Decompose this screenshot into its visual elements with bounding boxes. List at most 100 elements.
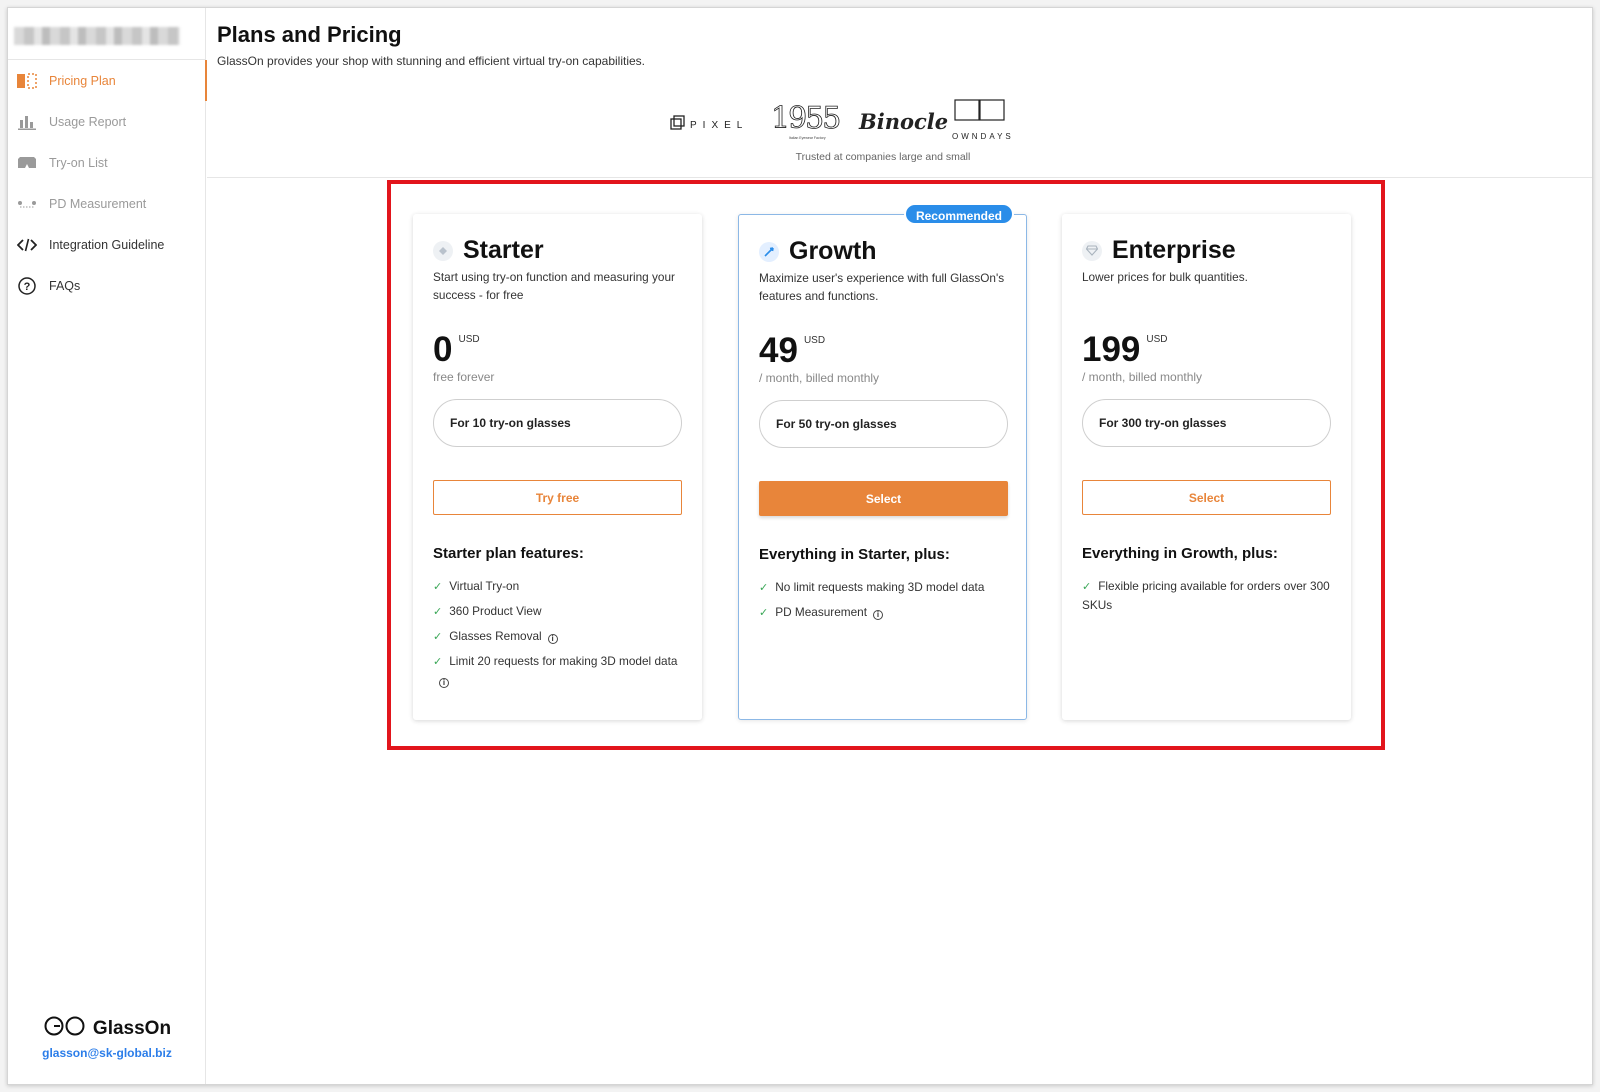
plan-description: Lower prices for bulk quantities. — [1082, 270, 1248, 284]
plan-name: Enterprise — [1112, 236, 1236, 264]
question-circle-icon: ? — [17, 276, 37, 296]
feature-label: 360 Product View — [449, 604, 542, 618]
list-item: ✓ 360 Product View — [433, 602, 685, 621]
sidebar-item-label: Try-on List — [49, 155, 108, 170]
glasses-quota: For 50 try-on glasses — [759, 400, 1008, 448]
owndays-logo-text: OWNDAYS — [952, 132, 1014, 141]
features-title: Starter plan features: — [433, 545, 584, 562]
glasses-quota: For 10 try-on glasses — [433, 399, 682, 447]
recommended-badge: Recommended — [903, 203, 1014, 225]
1955-logo: 1955 Italian Eyewear Factory — [771, 101, 842, 140]
sidebar-item-label: FAQs — [49, 278, 81, 293]
price-amount: 0 — [433, 330, 453, 369]
code-icon — [17, 235, 37, 255]
plan-card-enterprise: Enterprise Lower prices for bulk quantit… — [1062, 214, 1351, 720]
sidebar: Pricing Plan Usage Report Try-on List PD… — [8, 8, 207, 1084]
plan-price: 199 USD — [1082, 332, 1168, 367]
plan-card-starter: Starter Start using try-on function and … — [413, 214, 702, 720]
sidebar-item-label: Pricing Plan — [49, 73, 116, 88]
select-enterprise-button[interactable]: Select — [1082, 480, 1331, 515]
main-content: Plans and Pricing GlassOn provides your … — [207, 8, 1592, 1084]
check-icon: ✓ — [433, 631, 443, 643]
sidebar-item-pd-measurement[interactable]: PD Measurement — [8, 183, 206, 224]
price-note: / month, billed monthly — [1082, 370, 1203, 384]
sidebar-nav: Pricing Plan Usage Report Try-on List PD… — [8, 60, 207, 306]
check-icon: ✓ — [433, 581, 443, 593]
1955-logo-caption: Italian Eyewear Factory — [789, 136, 826, 140]
plan-card-growth: Recommended Growth Maximize user's exper… — [738, 203, 1027, 720]
info-icon[interactable]: i — [873, 610, 884, 620]
rocket-icon — [759, 241, 779, 262]
header-divider — [207, 177, 1592, 178]
sidebar-item-integration-guideline[interactable]: Integration Guideline — [8, 224, 206, 265]
brand-row: GlassOn — [8, 1016, 206, 1042]
check-icon: ✓ — [1082, 581, 1092, 593]
info-icon[interactable]: i — [439, 678, 449, 688]
feature-label: Virtual Try-on — [449, 579, 520, 593]
page-subtitle: GlassOn provides your shop with stunning… — [217, 54, 645, 68]
list-item: ✓ Glasses Removal i — [433, 627, 685, 646]
plan-header: Enterprise — [1082, 236, 1236, 265]
sidebar-item-label: Integration Guideline — [49, 237, 165, 252]
plan-price: 0 USD — [433, 332, 480, 367]
glasses-icon — [17, 153, 37, 173]
1955-logo-text: 1955 — [771, 101, 839, 136]
plan-description: Maximize user's experience with full Gla… — [759, 271, 1005, 303]
plan-name: Starter — [463, 236, 544, 264]
try-free-button[interactable]: Try free — [433, 480, 682, 515]
check-icon: ✓ — [759, 582, 769, 594]
feature-label: Flexible pricing available for orders ov… — [1082, 579, 1330, 612]
sidebar-item-label: PD Measurement — [49, 196, 147, 211]
list-item: ✓ Limit 20 requests for making 3D model d… — [433, 652, 685, 689]
sidebar-brand: GlassOn glasson@sk-global.biz — [8, 1016, 206, 1060]
features-title: Everything in Starter, plus: — [759, 546, 950, 563]
sidebar-item-pricing-plan[interactable]: Pricing Plan — [8, 60, 207, 101]
gem-icon — [1082, 240, 1102, 261]
price-currency: USD — [803, 335, 826, 346]
binocle-logo: Binocle — [858, 109, 948, 134]
sidebar-item-try-on-list[interactable]: Try-on List — [8, 142, 206, 183]
sidebar-item-usage-report[interactable]: Usage Report — [8, 101, 206, 142]
feature-label: PD Measurement — [775, 605, 868, 619]
list-item: ✓ Virtual Try-on — [433, 577, 685, 596]
pd-measurement-icon — [17, 194, 37, 214]
trusted-caption: Trusted at companies large and small — [795, 151, 971, 163]
list-item: ✓ No limit requests making 3D model data — [759, 578, 1011, 597]
select-growth-button[interactable]: Select — [759, 481, 1008, 516]
check-icon: ✓ — [433, 606, 443, 618]
binocle-logo-text: Binocle — [858, 109, 948, 134]
plan-description: Start using try-on function and measurin… — [433, 270, 675, 302]
feature-list: ✓ No limit requests making 3D model data … — [759, 578, 1011, 628]
brand-email[interactable]: glasson@sk-global.biz — [8, 1046, 206, 1060]
glasses-quota: For 300 try-on glasses — [1082, 399, 1331, 447]
glasson-logo-icon — [43, 1016, 87, 1042]
price-currency: USD — [1146, 334, 1168, 345]
features-title: Everything in Growth, plus: — [1082, 545, 1278, 562]
price-amount: 199 — [1082, 330, 1141, 369]
pricing-plan-icon — [17, 71, 37, 91]
check-icon: ✓ — [759, 607, 769, 619]
plan-name: Growth — [789, 237, 877, 265]
feature-label: Limit 20 requests for making 3D model da… — [449, 654, 678, 668]
price-amount: 49 — [759, 331, 798, 370]
price-note: / month, billed monthly — [759, 371, 880, 385]
list-item: ✓ Flexible pricing available for orders o… — [1082, 577, 1334, 614]
blurred-logo — [14, 27, 180, 45]
price-currency: USD — [458, 334, 480, 345]
plan-header: Growth — [759, 237, 877, 266]
partner-logos: PIXEL 1955 Italian Eyewear Factory Binoc… — [669, 96, 1029, 144]
pixel-logo: PIXEL — [670, 115, 748, 131]
pixel-logo-text: PIXEL — [690, 120, 748, 131]
feature-list: ✓ Flexible pricing available for orders o… — [1082, 577, 1334, 620]
sidebar-item-faqs[interactable]: ? FAQs — [8, 265, 206, 306]
brand-name: GlassOn — [92, 1018, 172, 1039]
bar-chart-icon — [17, 112, 37, 132]
plan-header: Starter — [433, 236, 544, 265]
svg-text:?: ? — [24, 281, 31, 293]
feature-list: ✓ Virtual Try-on ✓ 360 Product View ✓ Glass… — [433, 577, 685, 695]
info-icon[interactable]: i — [547, 634, 558, 644]
price-note: free forever — [433, 370, 495, 384]
feature-label: Glasses Removal — [449, 629, 542, 643]
diamond-small-icon — [433, 240, 453, 261]
list-item: ✓ PD Measurement i — [759, 603, 1011, 622]
